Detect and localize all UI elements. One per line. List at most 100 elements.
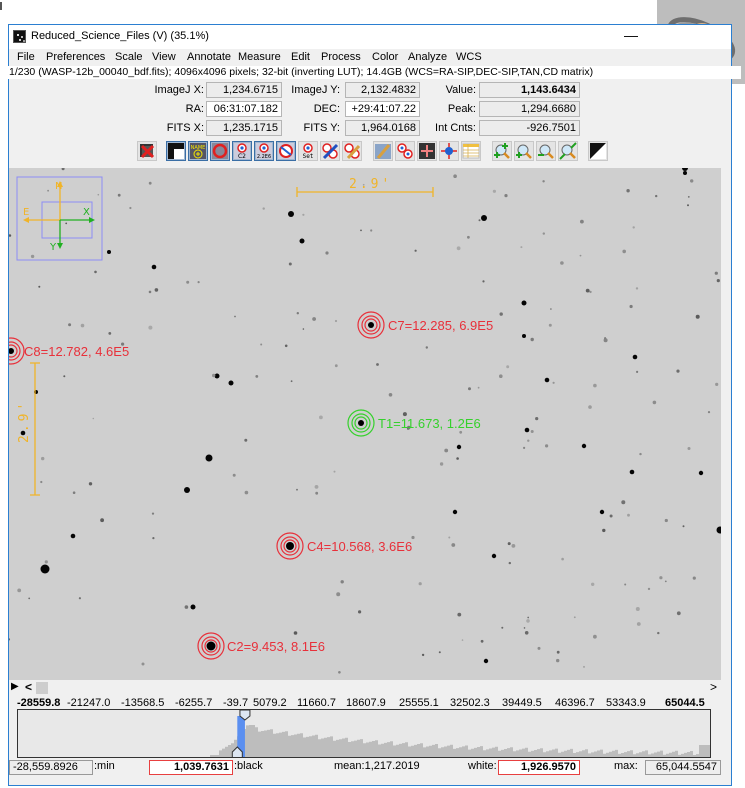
- image-scrollbar[interactable]: ▶ < >: [9, 680, 721, 695]
- aperture-c2[interactable]: C2=9.453, 8.1E6: [197, 632, 325, 660]
- max-field[interactable]: 65,044.5547: [645, 760, 721, 775]
- scroll-right-button[interactable]: >: [710, 680, 717, 694]
- title-bar: Reduced_Science_Files (V) (35.1%) —: [9, 25, 731, 49]
- tick-label: -21247.0: [67, 697, 111, 709]
- tick-label: 32502.3: [450, 697, 490, 709]
- menu-view[interactable]: View: [152, 51, 176, 63]
- minimize-button[interactable]: —: [621, 27, 641, 45]
- fits-y-label: FITS Y:: [303, 122, 340, 134]
- overlay-layer: N E X Y 2.9' 2.9' C7=12.285, 6.9E5 C8=12…: [9, 176, 493, 660]
- svg-text:2.2E6: 2.2E6: [257, 154, 271, 160]
- histogram-graph: [210, 710, 710, 757]
- crosshair-button[interactable]: [439, 141, 459, 161]
- menu-edit[interactable]: Edit: [291, 51, 310, 63]
- zoom-fit-button[interactable]: [558, 141, 578, 161]
- clear-apertures-icon: [344, 143, 361, 160]
- menu-process[interactable]: Process: [321, 51, 361, 63]
- max-label: max:: [614, 760, 638, 772]
- menu-measure[interactable]: Measure: [238, 51, 281, 63]
- fits-x-field: 1,235.1715: [206, 120, 282, 136]
- aperture-c7[interactable]: C7=12.285, 6.9E5: [357, 311, 493, 339]
- tick-label: 18607.9: [346, 697, 386, 709]
- clear-apertures-button[interactable]: [342, 141, 362, 161]
- aperture-c8-label: C8=12.782, 4.6E5: [24, 344, 129, 359]
- imagej-x-field: 1,234.6715: [206, 82, 282, 98]
- scale-bar-vertical: 2.9': [17, 362, 40, 496]
- invert-button[interactable]: [166, 141, 186, 161]
- compass-e-label: E: [23, 207, 29, 218]
- app-icon: [13, 30, 26, 43]
- image-canvas[interactable]: N E X Y 2.9' 2.9' C7=12.285, 6.9E5 C8=12…: [9, 168, 721, 680]
- edit-apertures-button[interactable]: [320, 141, 340, 161]
- remove-aperture-button[interactable]: [276, 141, 296, 161]
- white-label: white:: [468, 760, 497, 772]
- histogram-axis: -28559.8 -21247.0 -13568.5 -6255.7 -39.7…: [9, 697, 721, 709]
- table-button[interactable]: [461, 141, 481, 161]
- zoom-out-icon: [538, 144, 554, 159]
- tick-label: 39449.5: [502, 697, 542, 709]
- scale-bar-v-label: 2.9': [17, 400, 32, 443]
- menu-file[interactable]: File: [17, 51, 35, 63]
- aperture-rings-button[interactable]: [210, 141, 230, 161]
- scroll-left-button[interactable]: <: [25, 680, 32, 694]
- black-label: :black: [234, 760, 263, 772]
- histogram-bars: [210, 725, 710, 757]
- name-icon: NAME: [190, 143, 206, 159]
- centroid-value-icon: 2.2E6: [256, 143, 272, 160]
- menu-analyze[interactable]: Analyze: [408, 51, 447, 63]
- aperture-c4[interactable]: C4=10.568, 3.6E6: [276, 532, 412, 560]
- compass-x-label: X: [83, 207, 90, 218]
- svg-text:C2: C2: [238, 153, 246, 160]
- play-icon[interactable]: ▶: [11, 681, 19, 692]
- compass-n-label: N: [55, 181, 62, 192]
- histogram-stats-row: -28,559.8926 :min 1,039.7631 :black mean…: [9, 760, 721, 776]
- set-aperture-button[interactable]: Set: [298, 141, 318, 161]
- aperture-c2-label: C2=9.453, 8.1E6: [227, 639, 325, 654]
- multi-aperture-button[interactable]: [395, 141, 415, 161]
- scale-bar-horizontal: 2.9': [296, 177, 434, 197]
- centroid-value-button[interactable]: 2.2E6: [254, 141, 274, 161]
- histogram-panel[interactable]: [17, 709, 711, 758]
- set-aperture-icon: Set: [303, 143, 314, 160]
- clear-overlay-button[interactable]: [137, 141, 157, 161]
- min-field[interactable]: -28,559.8926: [9, 760, 93, 775]
- dec-label: DEC:: [313, 103, 340, 115]
- menu-wcs[interactable]: WCS: [456, 51, 482, 63]
- scroll-thumb[interactable]: [36, 682, 48, 694]
- stray-mark: [0, 2, 2, 10]
- tick-label: -28559.8: [17, 697, 61, 709]
- int-cnts-label: Int Cnts:: [435, 122, 476, 134]
- white-field[interactable]: 1,926.9570: [498, 760, 580, 775]
- scale-bar-h-label: 2.9': [349, 177, 392, 192]
- align-button[interactable]: [417, 141, 437, 161]
- zoom-in-fast-button[interactable]: [492, 141, 512, 161]
- zoom-in-button[interactable]: [514, 141, 534, 161]
- menu-preferences[interactable]: Preferences: [46, 51, 105, 63]
- imagej-x-label: ImageJ X:: [154, 84, 204, 96]
- aperture-t1[interactable]: T1=11.673, 1.2E6: [347, 409, 481, 437]
- window-title: Reduced_Science_Files (V) (35.1%): [31, 30, 209, 42]
- dec-field[interactable]: +29:41:07.22: [345, 101, 420, 117]
- zoom-in-fast-icon: [494, 143, 510, 159]
- zoom-in-icon: [516, 144, 532, 159]
- aperture-c8[interactable]: C8=12.782, 4.6E5: [9, 337, 129, 365]
- tick-label: -6255.7: [175, 697, 213, 709]
- show-name-button[interactable]: NAME: [188, 141, 208, 161]
- edit-apertures-icon: [322, 143, 339, 160]
- contrast-icon: [590, 143, 606, 159]
- menu-scale[interactable]: Scale: [115, 51, 143, 63]
- menu-annotate[interactable]: Annotate: [187, 51, 231, 63]
- tick-label: 5079.2: [253, 697, 287, 709]
- menu-color[interactable]: Color: [372, 51, 398, 63]
- tick-label: 53343.9: [606, 697, 646, 709]
- ra-field[interactable]: 06:31:07.182: [206, 101, 282, 117]
- black-field[interactable]: 1,039.7631: [149, 760, 233, 775]
- zoom-out-button[interactable]: [536, 141, 556, 161]
- broom-icon: [375, 144, 391, 159]
- remove-aperture-icon: [278, 143, 294, 159]
- centroid-c2-button[interactable]: C2: [232, 141, 252, 161]
- align-icon: [419, 143, 435, 159]
- clear-table-button[interactable]: [373, 141, 393, 161]
- aperture-c7-label: C7=12.285, 6.9E5: [388, 318, 493, 333]
- contrast-button[interactable]: [588, 141, 608, 161]
